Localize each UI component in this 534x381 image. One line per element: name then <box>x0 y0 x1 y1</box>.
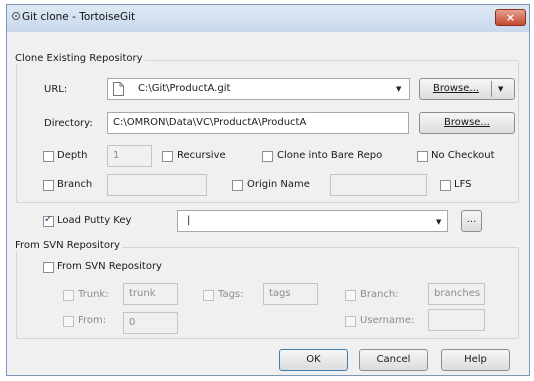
svn-group-legend: From SVN Repository <box>13 240 122 251</box>
tags-label: Tags: <box>218 289 244 300</box>
tags-input[interactable]: tags <box>263 283 318 305</box>
close-button[interactable]: × <box>495 9 526 26</box>
browse-directory-label: Browse... <box>444 117 490 128</box>
from-svn-label: From SVN Repository <box>57 261 162 272</box>
origin-name-label: Origin Name <box>247 179 310 190</box>
browse-dropdown-chevron-icon[interactable]: ▼ <box>498 85 503 93</box>
trunk-input[interactable]: trunk <box>123 283 178 305</box>
file-icon <box>113 82 124 96</box>
recursive-checkbox[interactable] <box>162 151 173 162</box>
putty-browse-button[interactable]: ... <box>461 210 482 232</box>
cancel-button[interactable]: Cancel <box>359 349 428 371</box>
origin-name-checkbox[interactable] <box>232 180 243 191</box>
from-revision-checkbox[interactable] <box>63 316 74 327</box>
trunk-checkbox[interactable] <box>63 290 74 301</box>
username-input[interactable] <box>428 309 485 331</box>
browse-directory-button[interactable]: Browse... <box>419 112 515 134</box>
browse-url-label: Browse... <box>433 83 479 94</box>
tags-checkbox[interactable] <box>203 290 214 301</box>
svn-branch-checkbox[interactable] <box>345 290 356 301</box>
from-revision-label: From: <box>78 315 107 326</box>
svn-branch-input[interactable]: branches <box>428 283 485 305</box>
branch-checkbox[interactable] <box>43 180 54 191</box>
split-divider <box>491 81 492 97</box>
putty-key-combobox[interactable]: | <box>177 210 448 232</box>
chevron-down-icon[interactable]: ▼ <box>396 85 401 93</box>
url-value: C:\Git\ProductA.git <box>138 83 231 94</box>
from-svn-checkbox[interactable] <box>43 262 54 273</box>
ok-button[interactable]: OK <box>279 349 348 371</box>
clone-group-legend: Clone Existing Repository <box>13 53 145 64</box>
bare-repo-checkbox[interactable] <box>262 151 273 162</box>
window-title: Git clone - TortoiseGit <box>22 11 136 23</box>
bare-repo-label: Clone into Bare Repo <box>277 150 383 161</box>
load-putty-key-label: Load Putty Key <box>57 215 132 226</box>
trunk-label: Trunk: <box>78 289 109 300</box>
putty-browse-label: ... <box>466 214 477 225</box>
lfs-label: LFS <box>454 179 472 190</box>
directory-label: Directory: <box>44 118 93 129</box>
help-button[interactable]: Help <box>441 349 510 371</box>
putty-key-value: | <box>187 215 191 226</box>
lfs-checkbox[interactable] <box>440 180 451 191</box>
no-checkout-checkbox[interactable] <box>417 151 428 162</box>
branch-label: Branch <box>57 179 93 190</box>
recursive-label: Recursive <box>177 150 226 161</box>
origin-name-input[interactable] <box>330 174 427 196</box>
url-label: URL: <box>44 84 68 95</box>
depth-input[interactable]: 1 <box>107 145 152 167</box>
load-putty-key-checkbox[interactable] <box>43 214 54 227</box>
from-revision-input[interactable]: 0 <box>123 312 178 334</box>
directory-input[interactable]: C:\OMRON\Data\VC\ProductA\ProductA <box>107 112 409 134</box>
username-checkbox[interactable] <box>345 316 356 327</box>
url-combobox[interactable]: C:\Git\ProductA.git <box>107 78 410 100</box>
no-checkout-label: No Checkout <box>431 150 495 161</box>
depth-label: Depth <box>57 150 88 161</box>
branch-input[interactable] <box>107 174 207 196</box>
username-label: Username: <box>360 315 415 326</box>
depth-checkbox[interactable] <box>43 151 54 162</box>
svn-branch-label: Branch: <box>360 289 399 300</box>
tortoise-icon <box>11 11 21 21</box>
putty-chevron-down-icon[interactable]: ▼ <box>436 218 441 226</box>
